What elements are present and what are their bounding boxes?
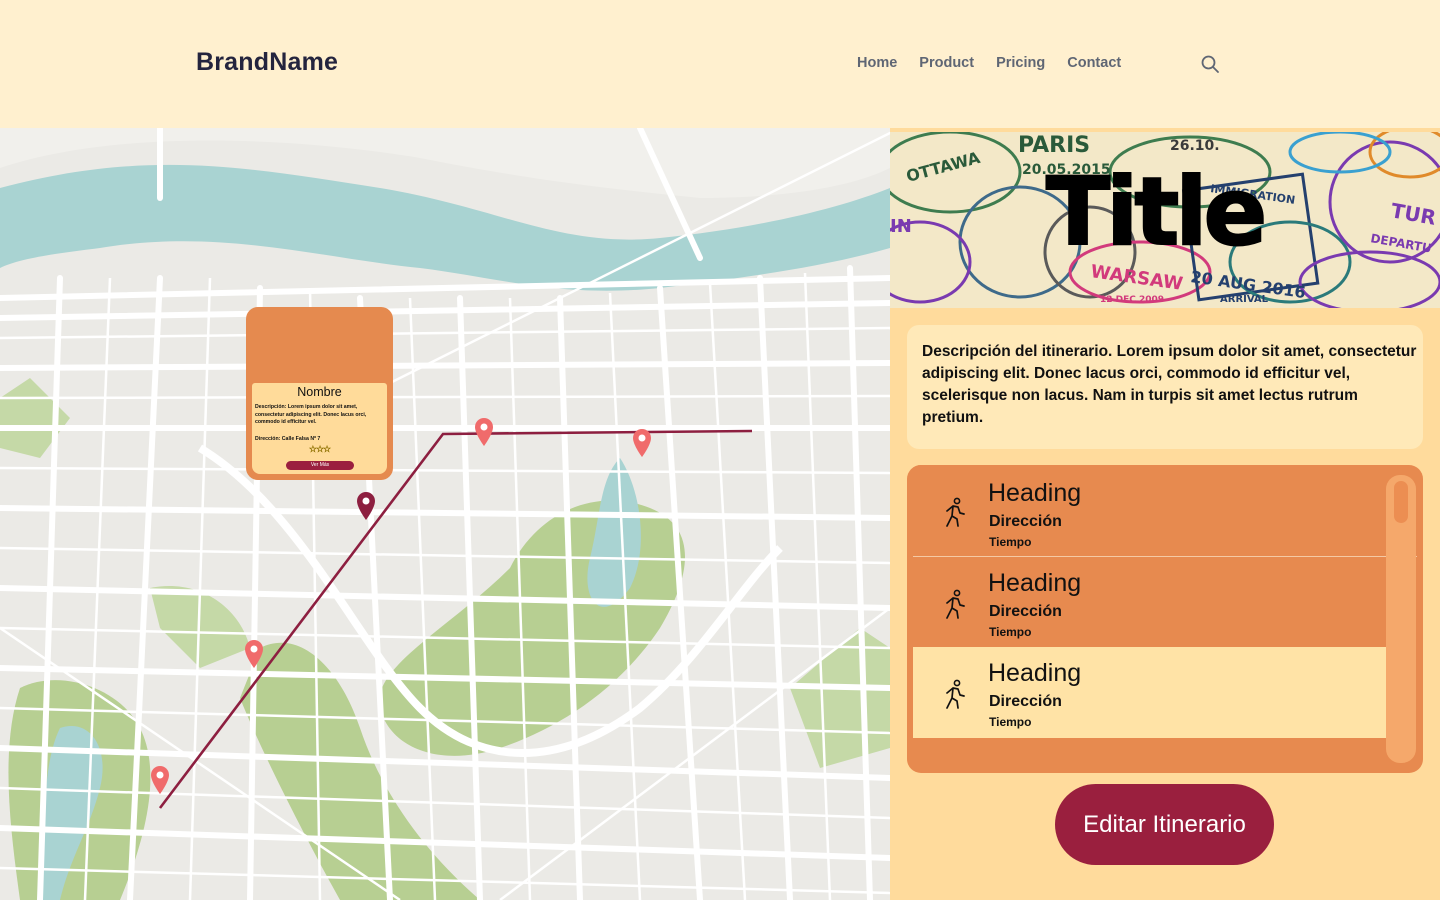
svg-text:IN: IN: [890, 216, 912, 237]
popup-more-button[interactable]: Ver Más: [286, 461, 354, 470]
top-navbar: BrandName Home Product Pricing Contact: [0, 0, 1440, 128]
brand-logo[interactable]: BrandName: [196, 48, 338, 77]
nav-product[interactable]: Product: [919, 55, 974, 71]
map-pin-icon[interactable]: [244, 639, 264, 669]
nav-home[interactable]: Home: [857, 55, 897, 71]
itinerary-description: Descripción del itinerario. Lorem ipsum …: [922, 343, 1417, 426]
map-pin-icon[interactable]: [474, 417, 494, 447]
walking-person-icon: [946, 497, 965, 527]
list-item-selected[interactable]: Heading Dirección Tiempo: [913, 647, 1387, 738]
popup-name: Nombre: [297, 385, 342, 399]
place-popup: Nombre Descripción: Lorem ipsum dolor si…: [246, 307, 393, 480]
walking-person-icon: [946, 679, 965, 709]
item-heading: Heading: [988, 569, 1082, 597]
nav-pricing[interactable]: Pricing: [996, 55, 1045, 71]
list-item[interactable]: Heading Dirección Tiempo: [913, 557, 1387, 645]
walking-person-icon: [946, 589, 965, 619]
hero-banner: PARIS 20.05.2015 OTTAWA WARSAW 20 AUG 20…: [890, 132, 1440, 308]
item-direction: Dirección: [989, 693, 1062, 710]
scrollbar-thumb[interactable]: [1394, 481, 1408, 523]
map-pin-icon[interactable]: [632, 428, 652, 458]
popup-rating: ☆☆☆: [308, 444, 332, 454]
main-nav: Home Product Pricing Contact: [857, 55, 1121, 71]
itinerary-title: Title: [1045, 158, 1268, 267]
item-heading: Heading: [988, 479, 1082, 507]
svg-text:PARIS: PARIS: [1018, 133, 1090, 158]
item-direction: Dirección: [989, 513, 1062, 530]
search-icon[interactable]: [1200, 54, 1220, 74]
map-canvas: [0, 128, 890, 900]
list-scrollbar[interactable]: [1386, 475, 1416, 763]
svg-text:12 DEC 2009: 12 DEC 2009: [1100, 295, 1164, 305]
svg-text:26.10.: 26.10.: [1170, 138, 1220, 154]
nav-contact[interactable]: Contact: [1067, 55, 1121, 71]
route-map[interactable]: Nombre Descripción: Lorem ipsum dolor si…: [0, 128, 890, 900]
map-pin-selected-icon[interactable]: [356, 491, 376, 521]
popup-address: Dirección: Calle Falsa Nº 7: [255, 436, 321, 442]
item-heading: Heading: [988, 659, 1082, 687]
itinerary-list: Heading Dirección Tiempo Heading Direcci…: [907, 465, 1423, 773]
item-time: Tiempo: [989, 625, 1032, 639]
map-pin-icon[interactable]: [150, 765, 170, 795]
edit-itinerary-button[interactable]: Editar Itinerario: [1055, 784, 1274, 865]
item-direction: Dirección: [989, 603, 1062, 620]
description-card: Descripción del itinerario. Lorem ipsum …: [907, 325, 1423, 449]
item-time: Tiempo: [989, 715, 1032, 729]
itinerary-panel: PARIS 20.05.2015 OTTAWA WARSAW 20 AUG 20…: [890, 128, 1440, 900]
popup-body: Nombre Descripción: Lorem ipsum dolor si…: [252, 383, 387, 474]
popup-description: Descripción: Lorem ipsum dolor sit amet,…: [255, 404, 367, 426]
list-item[interactable]: Heading Dirección Tiempo: [913, 465, 1387, 555]
svg-text:ARRIVAL: ARRIVAL: [1220, 294, 1269, 305]
item-time: Tiempo: [989, 535, 1032, 549]
